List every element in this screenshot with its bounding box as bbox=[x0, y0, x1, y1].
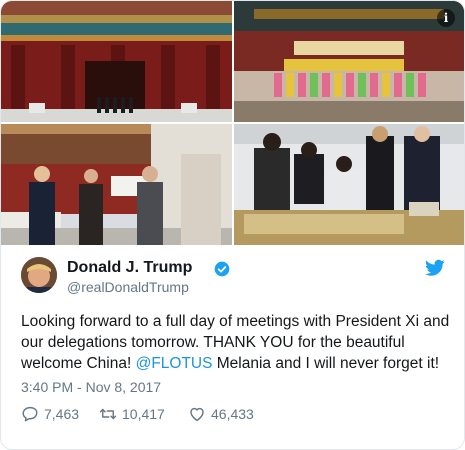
info-icon[interactable]: i bbox=[437, 9, 455, 27]
like-button[interactable]: 46,433 bbox=[188, 403, 254, 425]
twitter-bird-icon[interactable] bbox=[425, 259, 445, 277]
mention-link[interactable]: @FLOTUS bbox=[136, 355, 213, 372]
retweet-count: 10,417 bbox=[122, 406, 165, 422]
reply-button[interactable]: 7,463 bbox=[21, 403, 79, 425]
retweet-icon bbox=[99, 408, 117, 420]
retweet-button[interactable]: 10,417 bbox=[99, 403, 165, 425]
reply-icon bbox=[22, 406, 38, 422]
media-grid: i bbox=[1, 1, 464, 245]
user-handle[interactable]: @realDonaldTrump bbox=[67, 279, 189, 295]
like-icon bbox=[190, 407, 204, 422]
photo-children-performance[interactable]: i bbox=[234, 1, 464, 122]
tweet-actions: 7,463 10,417 46,433 bbox=[21, 403, 441, 425]
display-name[interactable]: Donald J. Trump bbox=[67, 259, 192, 277]
avatar[interactable] bbox=[21, 257, 57, 293]
photo-forbidden-city[interactable] bbox=[1, 1, 232, 122]
photo-leaders-walking[interactable] bbox=[1, 124, 232, 245]
tweet-text: Looking forward to a full day of meeting… bbox=[21, 311, 451, 374]
reply-count: 7,463 bbox=[44, 406, 80, 422]
tweet-timestamp[interactable]: 3:40 PM - Nov 8, 2017 bbox=[21, 379, 161, 395]
photo-calligraphy-viewing[interactable] bbox=[234, 124, 464, 245]
verified-badge-icon bbox=[214, 261, 230, 277]
tweet-text-after: Melania and I will never forget it! bbox=[212, 355, 440, 372]
tweet-header: Donald J. Trump @realDonaldTrump bbox=[21, 257, 447, 297]
like-count: 46,433 bbox=[211, 406, 254, 422]
tweet-card: i Donald J. Trump @realDonaldTrump Looki… bbox=[0, 0, 465, 450]
